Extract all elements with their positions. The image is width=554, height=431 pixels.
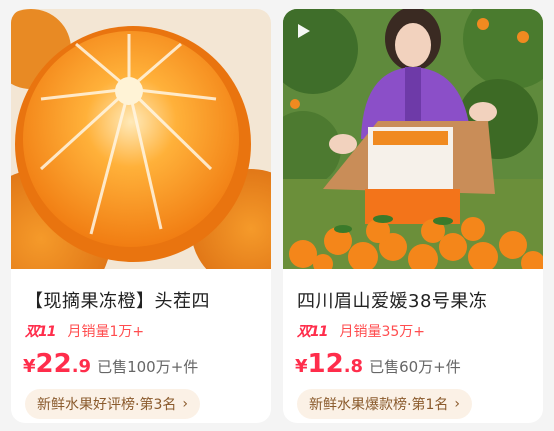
price-row: ¥ 22 .9 已售100万+件 bbox=[23, 349, 198, 381]
price-row: ¥ 12 .8 已售60万+件 bbox=[295, 349, 461, 381]
price-symbol: ¥ bbox=[23, 356, 36, 377]
price-symbol: ¥ bbox=[295, 356, 308, 377]
rank-pill[interactable]: 新鲜水果好评榜·第3名 › bbox=[25, 389, 200, 419]
rank-label: 新鲜水果爆款榜·第1名 bbox=[309, 397, 449, 413]
product-card[interactable]: 四川眉山爱媛38号果冻 双11 月销量35万+ ¥ 12 .8 已售60万+件 … bbox=[283, 9, 543, 423]
price-integer: 22 bbox=[35, 349, 72, 379]
product-title[interactable]: 【现摘果冻橙】头茬四 bbox=[25, 287, 267, 313]
promo-badge: 双11 bbox=[297, 324, 329, 340]
monthly-sales: 月销量1万+ bbox=[67, 324, 145, 340]
product-title[interactable]: 四川眉山爱媛38号果冻 bbox=[297, 287, 539, 313]
rank-label: 新鲜水果好评榜·第3名 bbox=[37, 397, 177, 413]
product-card[interactable]: 【现摘果冻橙】头茬四 双11 月销量1万+ ¥ 22 .9 已售100万+件 新… bbox=[11, 9, 271, 423]
price-integer: 12 bbox=[307, 349, 344, 379]
meta-row: 双11 月销量1万+ bbox=[25, 322, 144, 340]
rank-pill[interactable]: 新鲜水果爆款榜·第1名 › bbox=[297, 389, 472, 419]
promo-badge: 双11 bbox=[25, 324, 57, 340]
play-icon[interactable] bbox=[297, 23, 311, 39]
chevron-right-icon: › bbox=[454, 396, 460, 412]
product-image[interactable] bbox=[11, 9, 271, 269]
sold-count: 已售60万+件 bbox=[369, 358, 461, 376]
product-image[interactable] bbox=[283, 9, 543, 269]
chevron-right-icon: › bbox=[182, 396, 188, 412]
price-decimal: .9 bbox=[71, 356, 92, 377]
monthly-sales: 月销量35万+ bbox=[339, 324, 426, 340]
price-decimal: .8 bbox=[343, 356, 364, 377]
sold-count: 已售100万+件 bbox=[97, 358, 199, 376]
meta-row: 双11 月销量35万+ bbox=[297, 322, 425, 340]
